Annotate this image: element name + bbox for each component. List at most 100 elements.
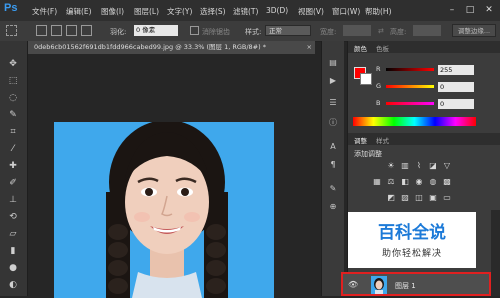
threshold-icon[interactable]: ◫	[414, 193, 424, 203]
posterize-icon[interactable]: ▨	[400, 193, 410, 203]
watermark-overlay: 百科全说 助你轻松解决	[348, 212, 476, 268]
feather-label: 羽化:	[110, 28, 127, 36]
channel-b-slider[interactable]	[386, 102, 434, 105]
menu-file[interactable]: 文件(F)	[32, 6, 57, 17]
antialias-checkbox[interactable]	[190, 26, 199, 35]
menu-3d[interactable]: 3D(D)	[266, 6, 288, 15]
tab-styles[interactable]: 样式	[376, 135, 389, 145]
tab-swatches[interactable]: 色板	[376, 43, 389, 53]
channel-b-value[interactable]: 0	[438, 99, 474, 109]
intersect-selection-icon[interactable]	[81, 25, 92, 36]
properties-panel-icon[interactable]: ☰	[327, 97, 339, 109]
channel-b-label: B	[376, 99, 381, 107]
menu-image[interactable]: 图像(I)	[101, 6, 124, 17]
photo-filter-icon[interactable]: ◉	[414, 177, 424, 187]
refine-edge-button[interactable]: 调整边缘...	[452, 24, 496, 37]
hue-saturation-icon[interactable]: ▦	[372, 177, 382, 187]
healing-brush-icon[interactable]: ✚	[7, 160, 19, 172]
canvas-area[interactable]	[28, 54, 315, 298]
panel-scrollbar[interactable]	[491, 210, 500, 296]
tools-panel: ✥ ⬚ ◌ ✎ ⌗ ⁄ ✚ ✐ ⊥ ⟲ ▱ ▮ ● ◐	[0, 41, 28, 296]
tab-color[interactable]: 颜色	[354, 43, 367, 53]
color-panel-tabs: 颜色 色板	[348, 41, 500, 53]
marquee-tool-icon[interactable]	[6, 25, 17, 36]
crop-tool-icon[interactable]: ⌗	[7, 126, 19, 138]
width-label: 宽度:	[320, 28, 337, 36]
document-tab[interactable]: 0deb6cb01562f691db1fdd966cabed99.jpg @ 3…	[28, 41, 315, 54]
menu-type[interactable]: 文字(Y)	[167, 6, 192, 17]
actions-panel-icon[interactable]: ▶	[327, 75, 339, 87]
color-lookup-icon[interactable]: ▩	[442, 177, 452, 187]
panel-dock: ▤ ▶ ☰ ⓘ A ¶ ✎ ⊕	[321, 41, 344, 296]
channel-g-slider[interactable]	[386, 85, 434, 88]
vibrance-icon[interactable]: ▽	[442, 161, 452, 171]
menu-view[interactable]: 视图(V)	[298, 6, 324, 17]
height-label: 高度:	[390, 28, 407, 36]
swap-icon[interactable]: ⇄	[378, 27, 384, 35]
channel-g-value[interactable]: 0	[438, 82, 474, 92]
document-title: 0deb6cb01562f691db1fdd966cabed99.jpg @ 3…	[34, 43, 266, 51]
menu-help[interactable]: 帮助(H)	[365, 6, 392, 17]
layer-row[interactable]: 👁 图层 1	[341, 272, 491, 296]
brightness-icon[interactable]: ☀	[386, 161, 396, 171]
menu-layer[interactable]: 图层(L)	[134, 6, 159, 17]
exposure-icon[interactable]: ◪	[428, 161, 438, 171]
dodge-tool-icon[interactable]: ◐	[7, 279, 19, 291]
watermark-subtitle: 助你轻松解决	[381, 249, 442, 259]
style-select[interactable]: 正常	[265, 25, 311, 36]
feather-input[interactable]: 0 像素	[134, 25, 178, 36]
style-label: 样式:	[245, 28, 262, 36]
gradient-map-icon[interactable]: ▭	[442, 193, 452, 203]
levels-icon[interactable]: ▥	[400, 161, 410, 171]
add-selection-icon[interactable]	[51, 25, 62, 36]
watermark-title: 百科全说	[378, 223, 446, 243]
channel-mixer-icon[interactable]: ◍	[428, 177, 438, 187]
curves-icon[interactable]: ⌇	[414, 161, 424, 171]
brush-tool-icon[interactable]: ✐	[7, 177, 19, 189]
color-spectrum-bar[interactable]	[353, 117, 476, 126]
move-tool-icon[interactable]: ✥	[7, 58, 19, 70]
color-balance-icon[interactable]: ⚖	[386, 177, 396, 187]
subtract-selection-icon[interactable]	[66, 25, 77, 36]
menu-window[interactable]: 窗口(W)	[332, 6, 360, 17]
minimize-button[interactable]: –	[443, 3, 461, 17]
close-button[interactable]: ✕	[480, 3, 498, 17]
eraser-tool-icon[interactable]: ▱	[7, 228, 19, 240]
channel-r-value[interactable]: 255	[438, 65, 474, 75]
new-selection-icon[interactable]	[36, 25, 47, 36]
width-input[interactable]	[343, 25, 371, 36]
gradient-tool-icon[interactable]: ▮	[7, 245, 19, 257]
invert-icon[interactable]: ◩	[386, 193, 396, 203]
info-panel-icon[interactable]: ⓘ	[327, 117, 339, 129]
portrait-photo[interactable]	[54, 122, 274, 298]
antialias-label: 消除锯齿	[202, 28, 230, 36]
tab-adjustments[interactable]: 调整	[354, 135, 367, 145]
quick-select-tool-icon[interactable]: ✎	[7, 109, 19, 121]
selective-color-icon[interactable]: ▣	[428, 193, 438, 203]
eye-visibility-icon[interactable]: 👁	[348, 280, 358, 290]
history-panel-icon[interactable]: ▤	[327, 57, 339, 69]
menu-select[interactable]: 选择(S)	[200, 6, 226, 17]
black-white-icon[interactable]: ◧	[400, 177, 410, 187]
add-adjustment-title: 添加调整	[354, 150, 382, 158]
document-tab-bar: 0deb6cb01562f691db1fdd966cabed99.jpg @ 3…	[28, 41, 315, 54]
background-color-swatch[interactable]	[360, 73, 372, 85]
eyedropper-tool-icon[interactable]: ⁄	[7, 143, 19, 155]
menu-filter[interactable]: 滤镜(T)	[233, 6, 258, 17]
clone-stamp-icon[interactable]: ⊥	[7, 194, 19, 206]
close-tab-icon[interactable]: ×	[307, 41, 312, 54]
brush-panel-icon[interactable]: ✎	[327, 183, 339, 195]
lasso-tool-icon[interactable]: ◌	[7, 92, 19, 104]
channel-g-label: G	[376, 82, 382, 90]
options-bar: 羽化: 0 像素 消除锯齿 样式: 正常 宽度: ⇄ 高度: 调整边缘...	[0, 21, 500, 42]
history-brush-icon[interactable]: ⟲	[7, 211, 19, 223]
channel-r-slider[interactable]	[386, 68, 434, 71]
paragraph-panel-icon[interactable]: ¶	[327, 159, 339, 171]
menu-edit[interactable]: 编辑(E)	[66, 6, 92, 17]
restore-button[interactable]: □	[461, 3, 479, 17]
height-input[interactable]	[413, 25, 441, 36]
clone-source-icon[interactable]: ⊕	[327, 201, 339, 213]
character-panel-icon[interactable]: A	[327, 141, 339, 153]
blur-tool-icon[interactable]: ●	[7, 262, 19, 274]
marquee-tool-icon[interactable]: ⬚	[7, 75, 19, 87]
